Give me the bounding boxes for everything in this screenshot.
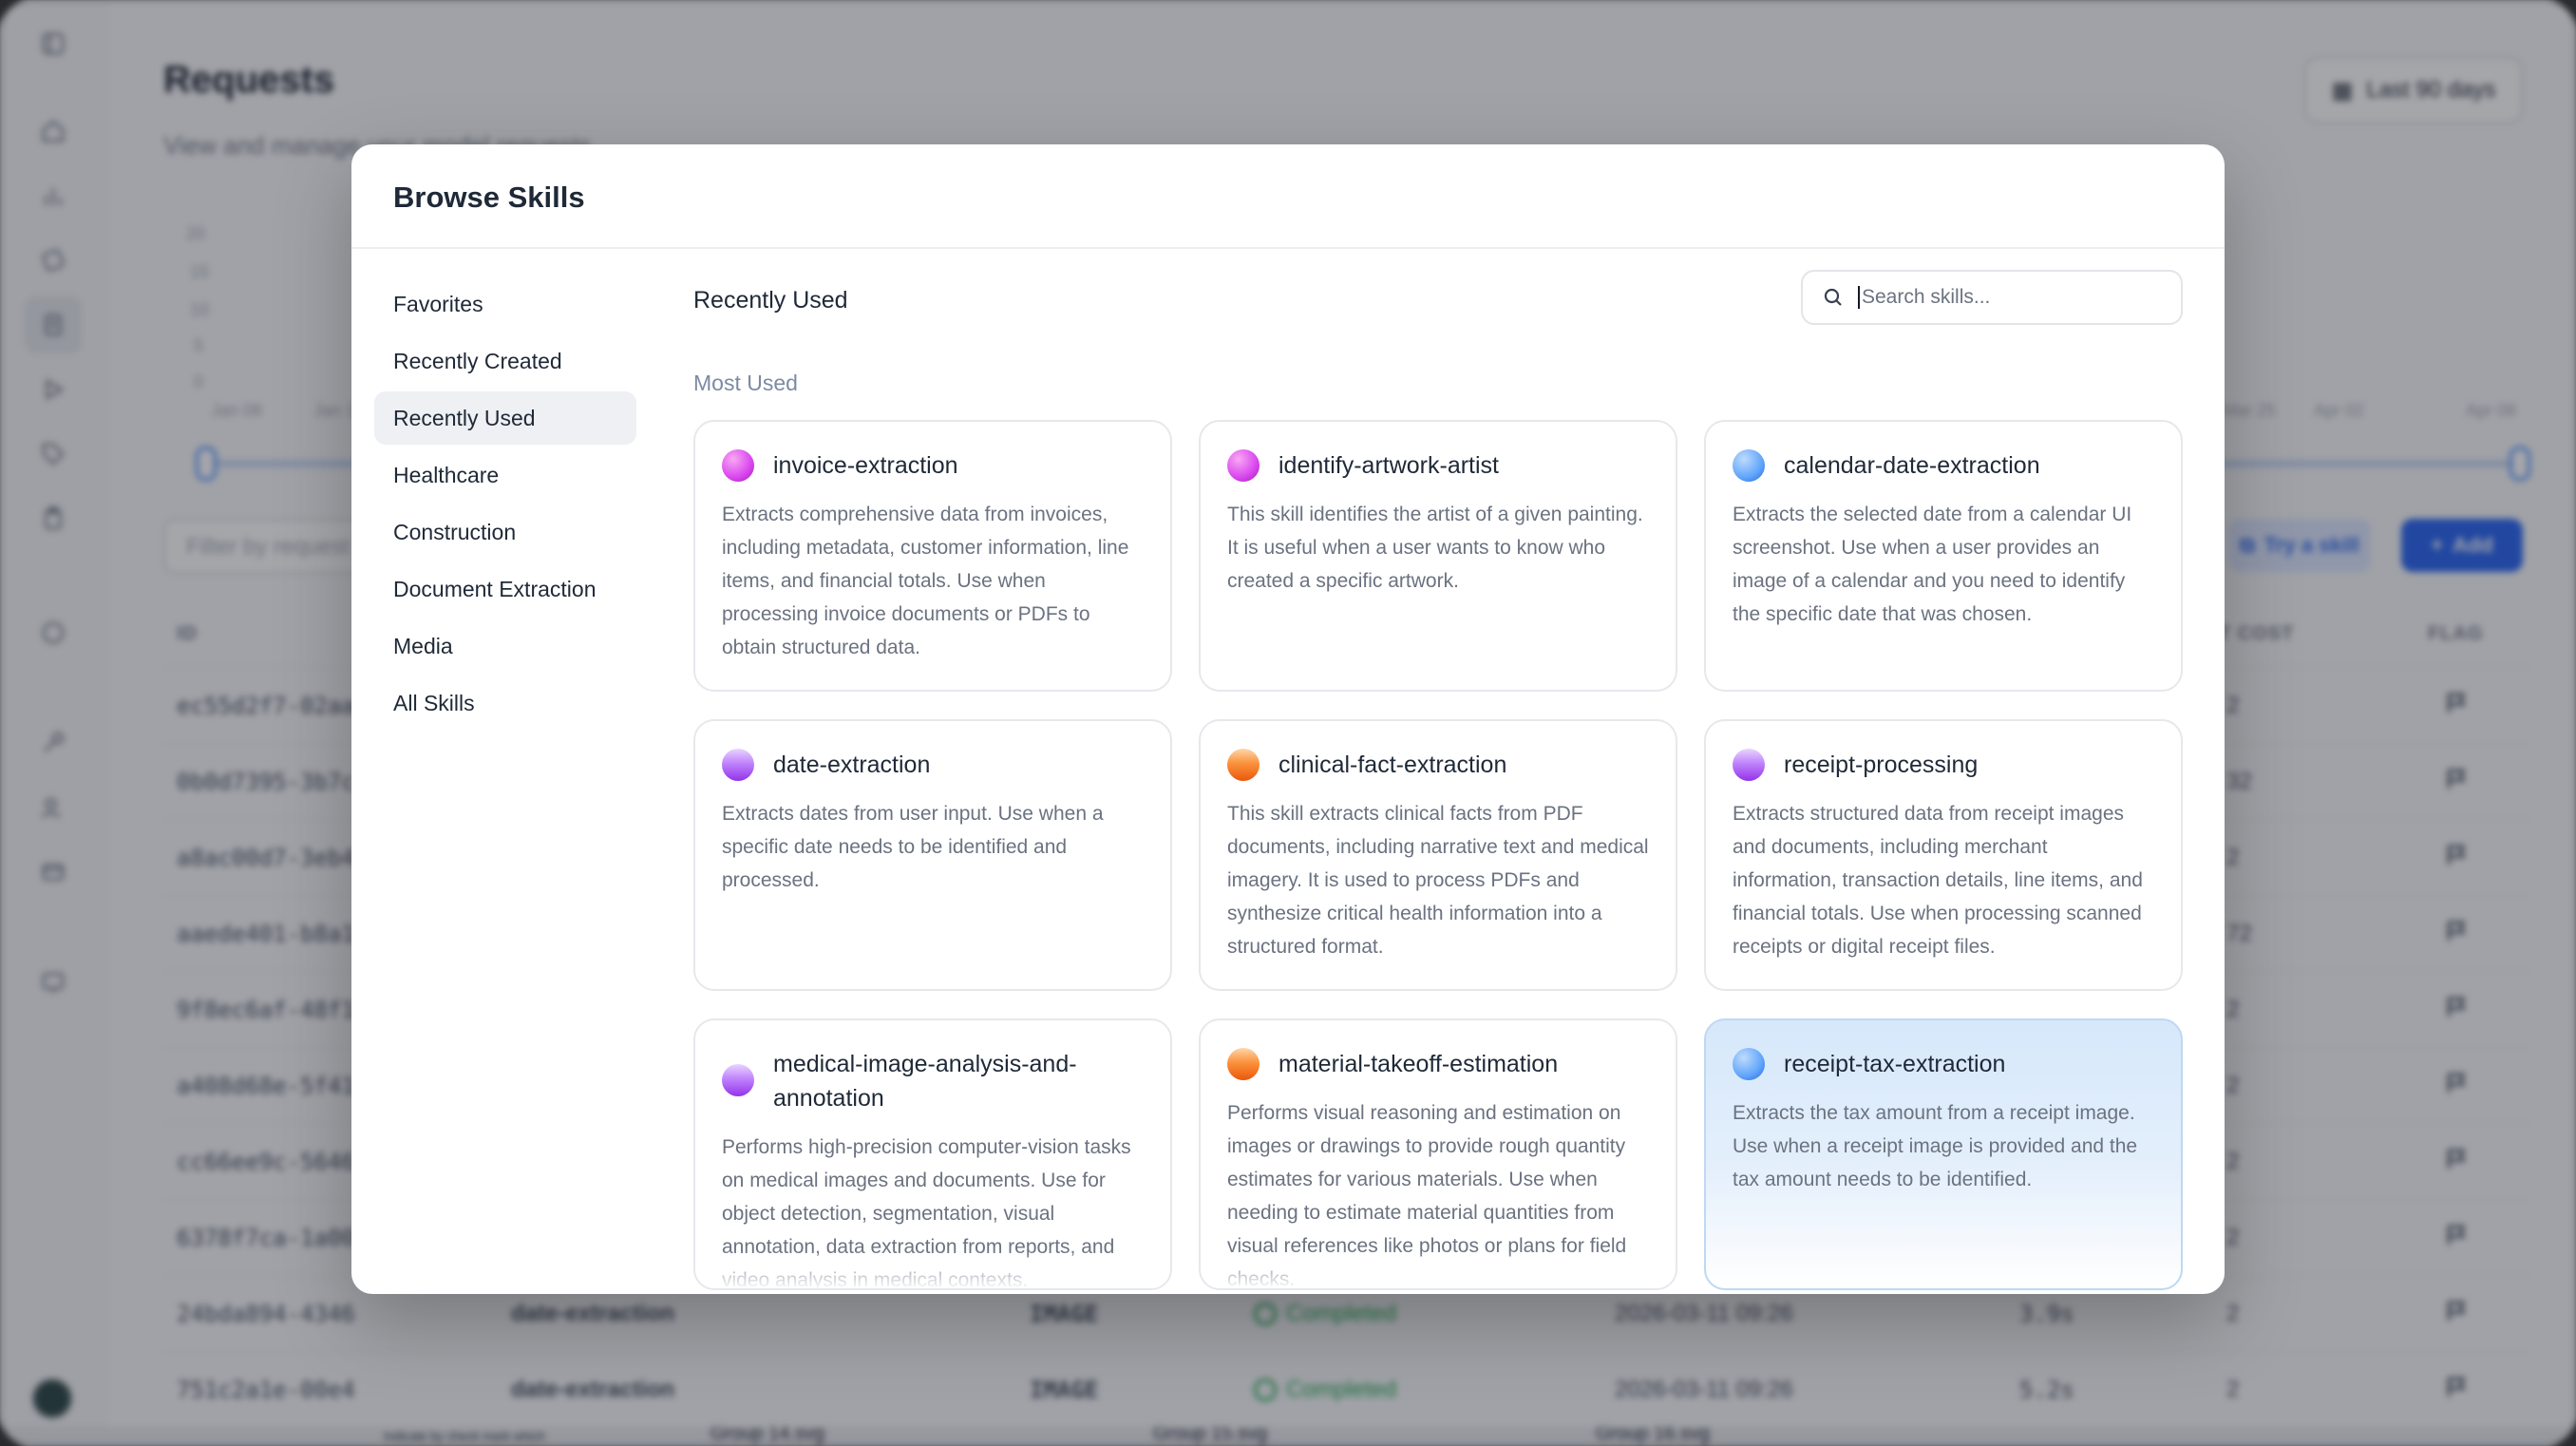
section-title: Recently Used: [693, 287, 848, 314]
category-all-skills[interactable]: All Skills: [374, 676, 636, 730]
skill-card-clinical-fact-extraction[interactable]: clinical-fact-extraction This skill extr…: [1199, 719, 1677, 991]
skill-card-invoice-extraction[interactable]: invoice-extraction Extracts comprehensiv…: [693, 420, 1172, 692]
skill-name: calendar-date-extraction: [1784, 452, 2040, 479]
skill-orb-icon: [1733, 1048, 1765, 1080]
skill-card-date-extraction[interactable]: date-extraction Extracts dates from user…: [693, 719, 1172, 991]
skill-description: Extracts structured data from receipt im…: [1733, 803, 2143, 958]
category-healthcare[interactable]: Healthcare: [374, 448, 636, 502]
skill-orb-icon: [722, 449, 754, 482]
card-fade: [695, 1250, 1170, 1288]
search-icon: [1824, 288, 1842, 306]
skill-orb-icon: [1227, 749, 1260, 781]
skill-card-identify-artwork-artist[interactable]: identify-artwork-artist This skill ident…: [1199, 420, 1677, 692]
skill-orb-icon: [1733, 749, 1765, 781]
skill-orb-icon: [1227, 449, 1260, 482]
skill-description: Extracts comprehensive data from invoice…: [722, 504, 1129, 658]
skill-card-material-takeoff-estimation[interactable]: material-takeoff-estimation Performs vis…: [1199, 1018, 1677, 1290]
skill-description: This skill extracts clinical facts from …: [1227, 803, 1649, 958]
search-skills-input[interactable]: Search skills...: [1801, 270, 2183, 325]
category-list: Favorites Recently Created Recently Used…: [374, 277, 636, 733]
skill-name: receipt-processing: [1784, 752, 1979, 778]
category-media[interactable]: Media: [374, 619, 636, 673]
skill-orb-icon: [1733, 449, 1765, 482]
skill-orb-icon: [722, 1064, 754, 1096]
skill-description: This skill identifies the artist of a gi…: [1227, 504, 1643, 592]
category-document-extraction[interactable]: Document Extraction: [374, 562, 636, 616]
skill-name: clinical-fact-extraction: [1279, 752, 1507, 778]
skill-card-medical-image-analysis-and-annotation[interactable]: medical-image-analysis-and-annotation Pe…: [693, 1018, 1172, 1290]
group-title: Most Used: [693, 371, 798, 395]
skill-name: receipt-tax-extraction: [1784, 1051, 2006, 1077]
skills-content: Recently Used Search skills... Most Used…: [693, 249, 2183, 1294]
category-construction[interactable]: Construction: [374, 505, 636, 559]
category-recently-created[interactable]: Recently Created: [374, 334, 636, 388]
skill-orb-icon: [1227, 1048, 1260, 1080]
skill-name: invoice-extraction: [773, 452, 958, 479]
skill-name: date-extraction: [773, 752, 931, 778]
card-fade: [1201, 1250, 1676, 1288]
skill-description: Extracts the selected date from a calend…: [1733, 504, 2132, 625]
modal-title: Browse Skills: [351, 144, 2225, 249]
category-recently-used[interactable]: Recently Used: [374, 391, 636, 445]
skill-description: Extracts the tax amount from a receipt i…: [1733, 1102, 2138, 1190]
skill-orb-icon: [722, 749, 754, 781]
category-favorites[interactable]: Favorites: [374, 277, 636, 331]
skill-card-calendar-date-extraction[interactable]: calendar-date-extraction Extracts the se…: [1704, 420, 2183, 692]
skill-card-receipt-processing[interactable]: receipt-processing Extracts structured d…: [1704, 719, 2183, 991]
skill-name: material-takeoff-estimation: [1279, 1051, 1559, 1077]
skill-description: Extracts dates from user input. Use when…: [722, 803, 1104, 891]
skill-name: medical-image-analysis-and-annotation: [773, 1051, 1077, 1112]
skill-name: identify-artwork-artist: [1279, 452, 1499, 479]
skill-card-receipt-tax-extraction[interactable]: receipt-tax-extraction Extracts the tax …: [1704, 1018, 2183, 1290]
search-placeholder: Search skills...: [1858, 286, 1990, 309]
browse-skills-modal: Browse Skills Favorites Recently Created…: [351, 144, 2225, 1294]
